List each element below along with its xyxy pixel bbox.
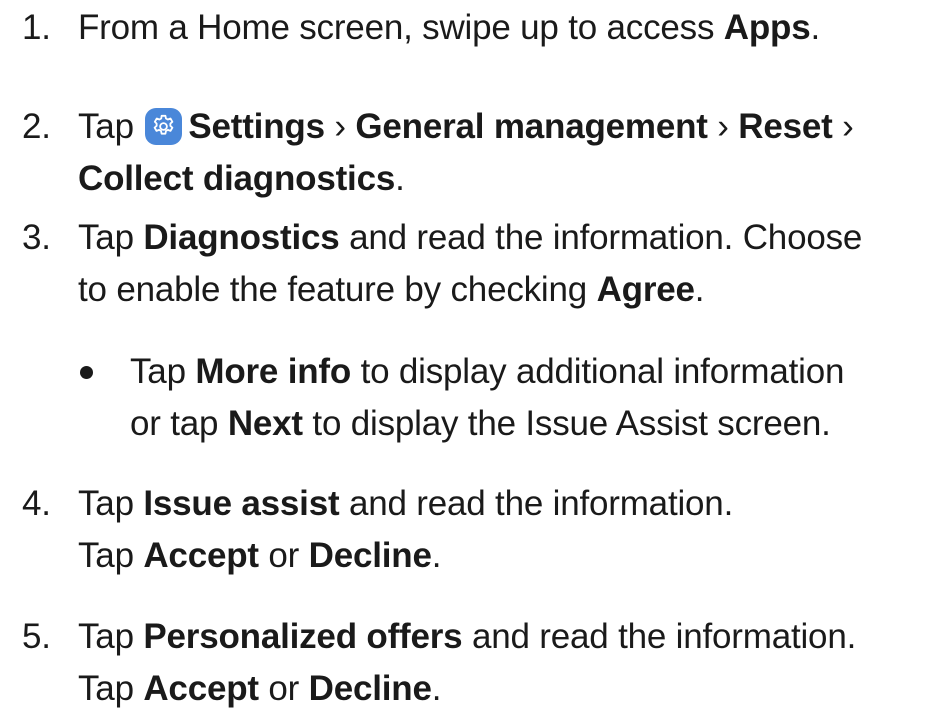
step-text: . xyxy=(694,270,705,309)
step-text: . xyxy=(810,8,821,47)
step-text: to display the Issue Assist screen. xyxy=(302,404,831,443)
next-label: Next xyxy=(227,404,303,443)
collect-diagnostics-label: Collect diagnostics xyxy=(78,159,396,198)
step-text: to enable the feature by checking xyxy=(78,270,597,309)
step-line: Tap Issue assist and read the informatio… xyxy=(78,478,733,530)
step-text: Tap xyxy=(78,536,144,575)
step-number: 4. xyxy=(22,484,51,523)
step-line: Tap Accept or Decline. xyxy=(78,530,441,582)
gear-icon xyxy=(145,108,183,145)
step-text: From a Home screen, swipe up to access xyxy=(78,8,724,47)
step-line: Tap Settings › General management › Rese… xyxy=(78,101,854,153)
step-number: 3. xyxy=(22,218,51,257)
step-line: Tap More info to display additional info… xyxy=(130,346,844,398)
step-number: 1. xyxy=(22,8,51,47)
step-text: and read the information. xyxy=(462,617,857,656)
step-line: Tap Diagnostics and read the information… xyxy=(78,212,862,264)
decline-label: Decline xyxy=(308,536,432,575)
step-text: and read the information. Choose xyxy=(339,218,863,257)
step-text: or xyxy=(258,536,309,575)
step-text: Tap xyxy=(78,107,144,146)
personalized-offers-label: Personalized offers xyxy=(143,617,463,656)
step-text: Tap xyxy=(130,352,196,391)
step-text: Tap xyxy=(78,484,144,523)
accept-label: Accept xyxy=(143,536,259,575)
step-text: . xyxy=(431,536,442,575)
step-line: Tap Personalized offers and read the inf… xyxy=(78,611,856,663)
chevron-separator: › xyxy=(832,107,854,146)
step-line: From a Home screen, swipe up to access A… xyxy=(78,2,820,54)
step-line: or tap Next to display the Issue Assist … xyxy=(130,398,831,450)
step-text: or xyxy=(258,669,309,708)
bullet-icon xyxy=(80,366,93,379)
issue-assist-label: Issue assist xyxy=(143,484,340,523)
accept-label: Accept xyxy=(143,669,259,708)
reset-label: Reset xyxy=(738,107,833,146)
step-text: and read the information. xyxy=(339,484,734,523)
step-line: Collect diagnostics. xyxy=(78,153,405,205)
step-number: 5. xyxy=(22,617,51,656)
agree-label: Agree xyxy=(596,270,695,309)
general-management-label: General management xyxy=(355,107,708,146)
step-text: Tap xyxy=(78,617,144,656)
diagnostics-label: Diagnostics xyxy=(143,218,340,257)
step-line: Tap Accept or Decline. xyxy=(78,663,441,715)
step-text: Tap xyxy=(78,669,144,708)
chevron-separator: › xyxy=(707,107,739,146)
decline-label: Decline xyxy=(308,669,432,708)
step-number: 2. xyxy=(22,107,51,146)
apps-label: Apps xyxy=(723,8,811,47)
more-info-label: More info xyxy=(195,352,352,391)
settings-label: Settings xyxy=(188,107,325,146)
step-text: . xyxy=(395,159,405,198)
step-text: to display additional information xyxy=(351,352,845,391)
chevron-separator: › xyxy=(324,107,356,146)
step-text: or tap xyxy=(130,404,228,443)
step-text: Tap xyxy=(78,218,144,257)
step-text: . xyxy=(431,669,442,708)
instructions-page: 1. From a Home screen, swipe up to acces… xyxy=(0,0,943,713)
step-line: to enable the feature by checking Agree. xyxy=(78,264,705,316)
